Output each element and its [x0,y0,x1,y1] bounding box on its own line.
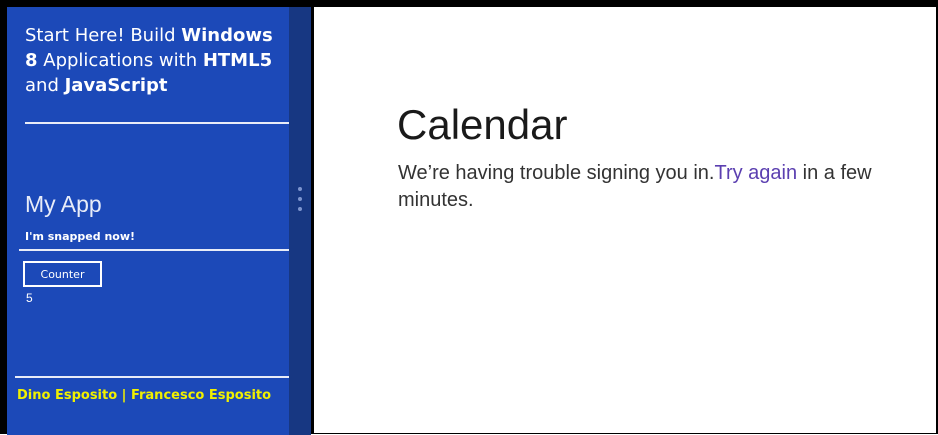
grip-dot [298,207,302,211]
book-title: Start Here! Build Windows 8 Applications… [25,23,287,98]
screen-frame: Start Here! Build Windows 8 Applications… [0,0,938,435]
book-title-emphasis: HTML5 [202,50,273,71]
sign-in-error-message: We’re having trouble signing you in.Try … [398,160,908,214]
title-divider [25,122,291,124]
footer-divider [15,376,289,378]
book-title-emphasis: JavaScript [64,75,168,96]
book-title-part: and [25,75,65,96]
calendar-app-panel: Calendar We’re having trouble signing yo… [314,7,936,433]
snap-splitter[interactable] [289,7,311,435]
grip-dot [298,187,302,191]
calendar-title: Calendar [397,101,568,148]
snapped-status-text: I'm snapped now! [25,230,136,243]
counter-value: 5 [26,291,33,305]
app-title: My App [25,191,102,217]
snapped-app-panel: Start Here! Build Windows 8 Applications… [7,7,291,435]
error-text: We’re having trouble signing you in. [398,162,715,184]
book-title-part: Start Here! Build [25,25,182,46]
book-title-part: Applications with [37,50,203,71]
counter-button[interactable]: Counter [23,261,102,287]
grip-dot [298,197,302,201]
try-again-link[interactable]: Try again [714,162,797,184]
authors-text: Dino Esposito | Francesco Esposito [17,388,272,403]
section-divider [19,249,289,251]
